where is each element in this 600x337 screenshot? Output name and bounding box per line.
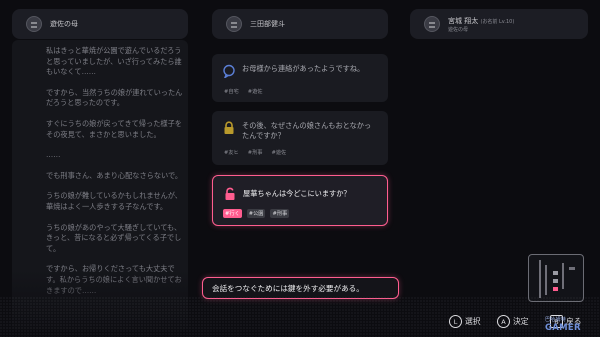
question-card-done[interactable]: お母様から連絡があったようですね。 #自宅 #遊佐: [212, 54, 388, 102]
history-line: ……: [46, 150, 61, 160]
shota-avatar: [424, 16, 440, 32]
question-card-active[interactable]: 屋華ちゃんは今どこにいますか？ #行く #公園 #刑事: [212, 175, 388, 226]
history-fade: [12, 270, 188, 330]
column-role: 遊佐の母: [448, 26, 469, 33]
confirm-label: 決定: [513, 317, 529, 326]
keyword-tag: #遊佐: [247, 89, 263, 95]
history-line: ですから、当然うちの娘が連れていったんだろうと思ったのです。: [46, 87, 183, 108]
gamer-watermark: 巴哈姆特 GAMER: [545, 318, 581, 334]
column-header-mother: 遊佐の母: [12, 9, 188, 39]
a-button-icon: A: [497, 315, 510, 328]
history-line: 私はきっと華焼が公園で遊んでいるだろうと思っていましたが、いざ行ってみたら誰もい…: [46, 46, 182, 77]
column-header-shota: 宮城 翔太 (お名前 Lv.10) 遊佐の母: [410, 9, 588, 39]
history-line: うちの娘があのやって大騒ぎしていても、きっと、昔になると必ず帰ってくる子でして。: [46, 222, 182, 253]
hint-text: 会話をつなぐためには鍵を外す必要がある。: [212, 283, 364, 293]
question-text: その後、なぜさんの娘さんもおとなかったんですか？: [242, 121, 372, 140]
conversation-history[interactable]: 私はきっと華焼が公園で遊んでいるだろうと思っていましたが、いざ行ってみたら誰もい…: [12, 40, 188, 330]
history-line: でも刑事さん、あまり心配なさらないで。: [46, 170, 183, 180]
history-line: うちの娘が難しているかもしれませんが、華焼はよく一人歩きする子なんです。: [46, 191, 182, 211]
keyword-tag: #遊佐: [271, 150, 287, 156]
watermark-main: GAMER: [545, 323, 581, 333]
history-line: すぐにうちの娘が戻ってきて帰った様子をその夜見て、まさかと思いました。: [46, 118, 182, 139]
confirm-control[interactable]: A 決定: [497, 315, 529, 328]
keyword-tag: #刑事: [270, 209, 290, 218]
hint-message: 会話をつなぐためには鍵を外す必要がある。: [202, 277, 399, 299]
keyword-tag: #刑事: [247, 150, 263, 156]
keyword-tag: #自宅: [224, 89, 239, 95]
column-header-kento: 三田部健斗: [212, 9, 388, 39]
question-text: お母様から連絡があったようですね。: [242, 64, 365, 73]
padlock-icon: [224, 121, 234, 134]
question-text: 屋華ちゃんは今どこにいますか？: [243, 189, 351, 198]
l-button-icon: L: [449, 315, 462, 328]
mother-avatar: [26, 16, 42, 32]
column-subtitle: (お名前 Lv.10): [480, 18, 515, 25]
keyword-tag: #公園: [246, 209, 266, 218]
keyword-tag-highlighted: #行く: [223, 209, 242, 218]
column-name: 遊佐の母: [50, 20, 78, 28]
kento-avatar: [226, 16, 242, 32]
select-control[interactable]: L 選択: [449, 315, 481, 328]
unlocked-padlock-icon: [225, 187, 235, 200]
column-name: 三田部健斗: [250, 20, 285, 28]
column-name: 宮城 翔太: [448, 16, 479, 25]
chat-bubble-icon: [223, 64, 235, 78]
minimap: [528, 254, 584, 302]
keyword-tag: #友ヒ: [224, 150, 239, 156]
question-card-locked[interactable]: その後、なぜさんの娘さんもおとなかったんですか？ #友ヒ #刑事 #遊佐: [212, 111, 388, 165]
select-label: 選択: [465, 317, 481, 326]
